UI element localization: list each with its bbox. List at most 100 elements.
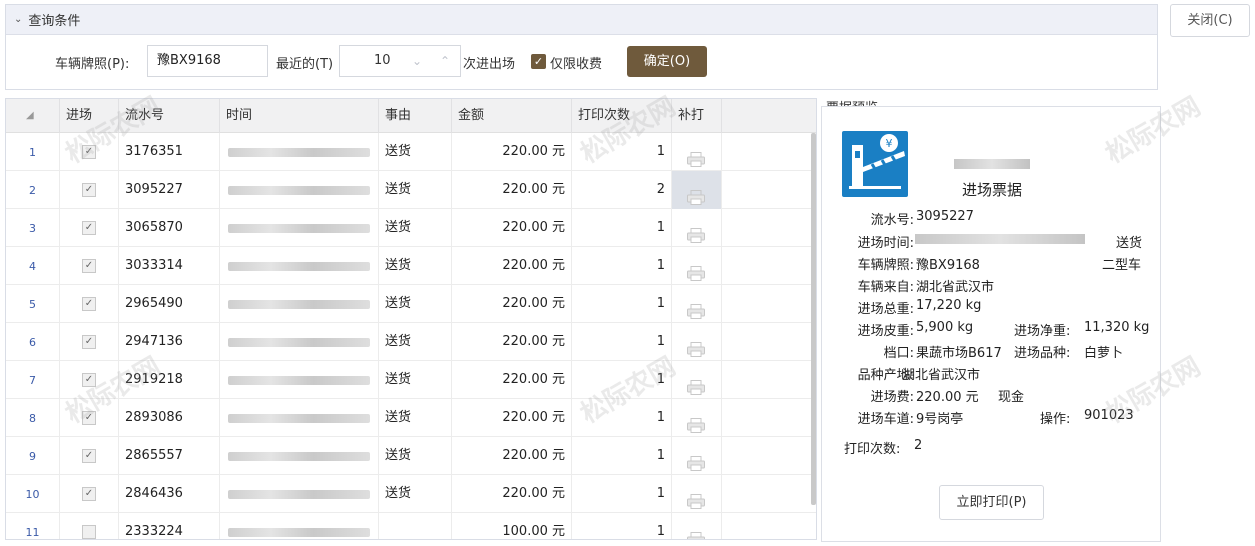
- entry-cell: ✓: [60, 171, 119, 209]
- entry-checkbox[interactable]: [82, 525, 96, 539]
- print-count-value: 2: [914, 438, 923, 453]
- row-number: 3: [6, 209, 60, 247]
- row-number: 7: [6, 361, 60, 399]
- table-row[interactable]: 2 ✓ 3095227 送货 220.00 元2: [6, 171, 816, 209]
- printer-icon[interactable]: [686, 221, 706, 243]
- printer-icon[interactable]: [686, 449, 706, 471]
- grid-header: ◢ 进场 流水号 时间 事由 金额 打印次数 补打: [6, 99, 816, 133]
- time-cell: [220, 513, 379, 539]
- sort-corner-icon[interactable]: ◢: [6, 99, 60, 133]
- reason-cell: 送货: [379, 285, 452, 323]
- printer-icon[interactable]: [686, 373, 706, 395]
- printer-icon[interactable]: [686, 259, 706, 281]
- chevron-down-icon[interactable]: ⌄: [406, 50, 428, 72]
- chevron-up-icon[interactable]: ⌃: [434, 50, 456, 72]
- redacted-time: [228, 376, 370, 385]
- redacted-market-name: [954, 159, 1030, 169]
- entry-checkbox[interactable]: ✓: [82, 221, 96, 235]
- redacted-time: [228, 414, 370, 423]
- recent-count-value[interactable]: 10: [374, 53, 391, 68]
- entry-cell: ✓: [60, 209, 119, 247]
- close-button[interactable]: 关闭(C): [1170, 4, 1250, 37]
- col-header-print-count[interactable]: 打印次数: [572, 99, 672, 133]
- printer-icon[interactable]: [686, 145, 706, 167]
- fee-only-checkbox[interactable]: ✓: [531, 54, 546, 69]
- entry-cell: ✓: [60, 133, 119, 171]
- table-row[interactable]: 6 ✓ 2947136 送货 220.00 元1: [6, 323, 816, 361]
- row-number: 8: [6, 399, 60, 437]
- confirm-button[interactable]: 确定(O): [627, 46, 707, 77]
- operator-label: 操作:: [1040, 412, 1071, 427]
- reprint-cell: [672, 209, 722, 247]
- table-row[interactable]: 10 ✓ 2846436 送货 220.00 元1: [6, 475, 816, 513]
- printer-icon[interactable]: [686, 525, 706, 539]
- entry-checkbox[interactable]: ✓: [82, 297, 96, 311]
- redacted-time: [228, 186, 370, 195]
- reason-cell: 送货: [379, 209, 452, 247]
- stall-label: 档口:: [883, 346, 914, 361]
- query-panel-header[interactable]: ⌄ 查询条件: [6, 5, 1157, 35]
- col-header-entry[interactable]: 进场: [60, 99, 119, 133]
- col-header-reprint[interactable]: 补打: [672, 99, 722, 133]
- serial-cell: 3033314: [119, 247, 220, 285]
- amount-cell: 220.00 元: [452, 133, 572, 171]
- from-label: 车辆来自:: [857, 280, 914, 295]
- serial-cell: 2893086: [119, 399, 220, 437]
- reason-cell: 送货: [379, 361, 452, 399]
- print-count-cell: 1: [572, 399, 672, 437]
- chevron-down-icon[interactable]: ⌄: [14, 14, 22, 25]
- serial-cell: 3176351: [119, 133, 220, 171]
- table-row[interactable]: 5 ✓ 2965490 送货 220.00 元1: [6, 285, 816, 323]
- plate-input[interactable]: 豫BX9168: [147, 45, 268, 77]
- entry-checkbox[interactable]: ✓: [82, 259, 96, 273]
- reprint-cell: [672, 133, 722, 171]
- table-row[interactable]: 1 ✓ 3176351 送货 220.00 元1: [6, 133, 816, 171]
- print-now-button[interactable]: 立即打印(P): [939, 485, 1044, 520]
- col-header-amount[interactable]: 金额: [452, 99, 572, 133]
- print-count-cell: 1: [572, 285, 672, 323]
- table-row[interactable]: 11 2333224 100.00 元1: [6, 513, 816, 539]
- table-row[interactable]: 9 ✓ 2865557 送货 220.00 元1: [6, 437, 816, 475]
- entry-checkbox[interactable]: ✓: [82, 411, 96, 425]
- fee-label: 进场费:: [870, 390, 914, 405]
- reason-cell: 送货: [379, 133, 452, 171]
- vertical-scrollbar[interactable]: [811, 133, 816, 505]
- printer-icon[interactable]: [686, 411, 706, 433]
- recent-count-stepper[interactable]: 10 ⌄ ⌃: [339, 45, 461, 77]
- table-row[interactable]: 4 ✓ 3033314 送货 220.00 元1: [6, 247, 816, 285]
- table-row[interactable]: 8 ✓ 2893086 送货 220.00 元1: [6, 399, 816, 437]
- col-header-reason[interactable]: 事由: [379, 99, 452, 133]
- reason-cell: 送货: [379, 475, 452, 513]
- table-row[interactable]: 7 ✓ 2919218 送货 220.00 元1: [6, 361, 816, 399]
- col-header-serial[interactable]: 流水号: [119, 99, 220, 133]
- row-number: 10: [6, 475, 60, 513]
- time-cell: [220, 209, 379, 247]
- serial-cell: 2846436: [119, 475, 220, 513]
- net-value: 11,320 kg: [1084, 320, 1150, 335]
- printer-icon[interactable]: [686, 487, 706, 509]
- reason-cell: 送货: [379, 247, 452, 285]
- entry-checkbox[interactable]: ✓: [82, 335, 96, 349]
- table-row[interactable]: 3 ✓ 3065870 送货 220.00 元1: [6, 209, 816, 247]
- entry-checkbox[interactable]: ✓: [82, 373, 96, 387]
- print-count-cell: 1: [572, 361, 672, 399]
- time-cell: [220, 171, 379, 209]
- printer-icon[interactable]: [686, 297, 706, 319]
- vehicle-type-value: 二型车: [1102, 258, 1142, 273]
- printer-icon[interactable]: [686, 183, 706, 205]
- redacted-time: [228, 528, 370, 537]
- entry-checkbox[interactable]: ✓: [82, 145, 96, 159]
- svg-text:¥: ¥: [886, 137, 893, 150]
- printer-icon[interactable]: [686, 335, 706, 357]
- amount-cell: 220.00 元: [452, 209, 572, 247]
- reprint-cell: [672, 285, 722, 323]
- fee-only-label[interactable]: 仅限收费: [550, 53, 602, 72]
- plate-label: 车辆牌照:: [857, 258, 914, 273]
- redacted-time: [228, 490, 370, 499]
- ticket-heading: 进场票据: [961, 181, 1022, 199]
- col-header-time[interactable]: 时间: [220, 99, 379, 133]
- entry-checkbox[interactable]: ✓: [82, 449, 96, 463]
- print-count-cell: 1: [572, 247, 672, 285]
- entry-checkbox[interactable]: ✓: [82, 183, 96, 197]
- entry-checkbox[interactable]: ✓: [82, 487, 96, 501]
